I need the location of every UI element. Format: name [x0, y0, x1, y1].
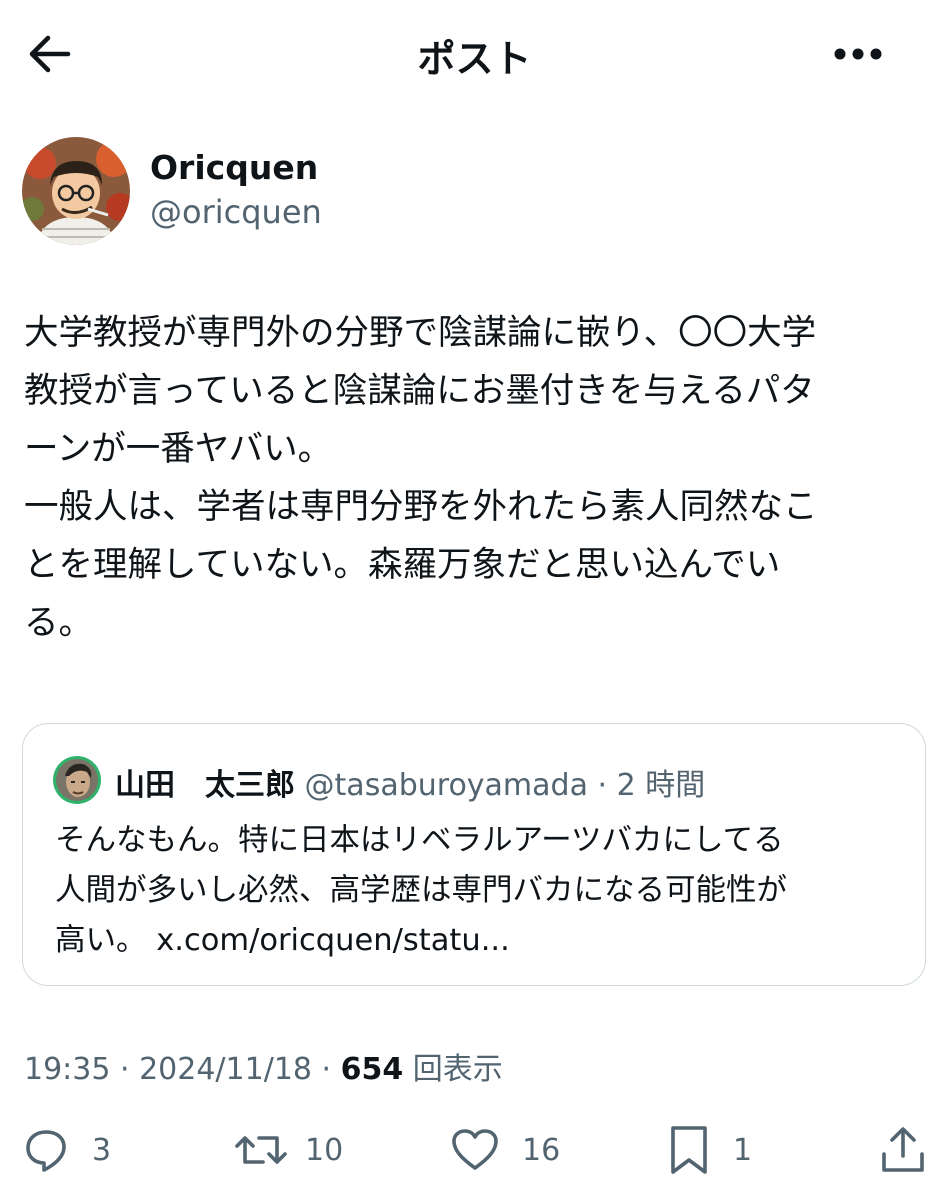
reply-button[interactable]: 3: [22, 1118, 111, 1182]
tweet-text: 大学教授が専門外の分野で陰謀論に嵌り、〇〇大学 教授が言っていると陰謀論にお墨付…: [24, 313, 818, 643]
meta-separator: ·: [110, 1052, 140, 1087]
tweet-date: 2024/11/18: [139, 1052, 312, 1087]
tweet-meta: 19:35 · 2024/11/18 · 654 回表示: [24, 1044, 503, 1088]
quoted-text: そんなもん。特に日本はリベラルアーツバカにしてる 人間が多いし必然、高学歴は専門…: [55, 823, 787, 958]
bookmark-icon: [671, 1126, 707, 1174]
top-bar: ポスト: [0, 0, 949, 110]
view-label: 回表示: [412, 1052, 503, 1087]
quoted-timestamp: · 2 時間: [587, 768, 706, 803]
like-button[interactable]: 16: [450, 1118, 560, 1182]
action-bar: 3 10 16 1: [0, 1118, 949, 1182]
more-horizontal-icon: [834, 48, 882, 60]
like-count: 16: [522, 1132, 561, 1168]
tweet-time: 19:35: [24, 1052, 111, 1087]
quoted-author-handle: @tasaburoyamada: [304, 768, 588, 803]
repost-icon: [235, 1136, 287, 1164]
repost-count: 10: [305, 1132, 344, 1168]
author-avatar[interactable]: [22, 137, 130, 245]
more-button[interactable]: [828, 30, 888, 78]
heart-icon: [452, 1129, 498, 1170]
bookmark-button[interactable]: 1: [667, 1118, 752, 1182]
author-handle[interactable]: @oricquen: [150, 193, 322, 231]
quoted-tweet[interactable]: 山田 太三郎 @tasaburoyamada · 2 時間 そんなもん。特に日本…: [22, 723, 926, 986]
share-icon: [882, 1127, 924, 1172]
reply-count: 3: [92, 1132, 112, 1168]
quoted-header: 山田 太三郎 @tasaburoyamada · 2 時間: [115, 760, 705, 804]
reply-icon: [26, 1130, 66, 1172]
quoted-avatar[interactable]: [53, 756, 101, 804]
share-button[interactable]: [878, 1118, 928, 1182]
meta-separator: ·: [312, 1052, 341, 1087]
view-count: 654: [340, 1052, 404, 1087]
page-title: ポスト: [417, 37, 532, 81]
repost-button[interactable]: 10: [233, 1118, 343, 1182]
author-name[interactable]: Oricquen: [150, 148, 318, 187]
quoted-author-name: 山田 太三郎: [115, 768, 295, 803]
bookmark-count: 1: [733, 1132, 753, 1168]
